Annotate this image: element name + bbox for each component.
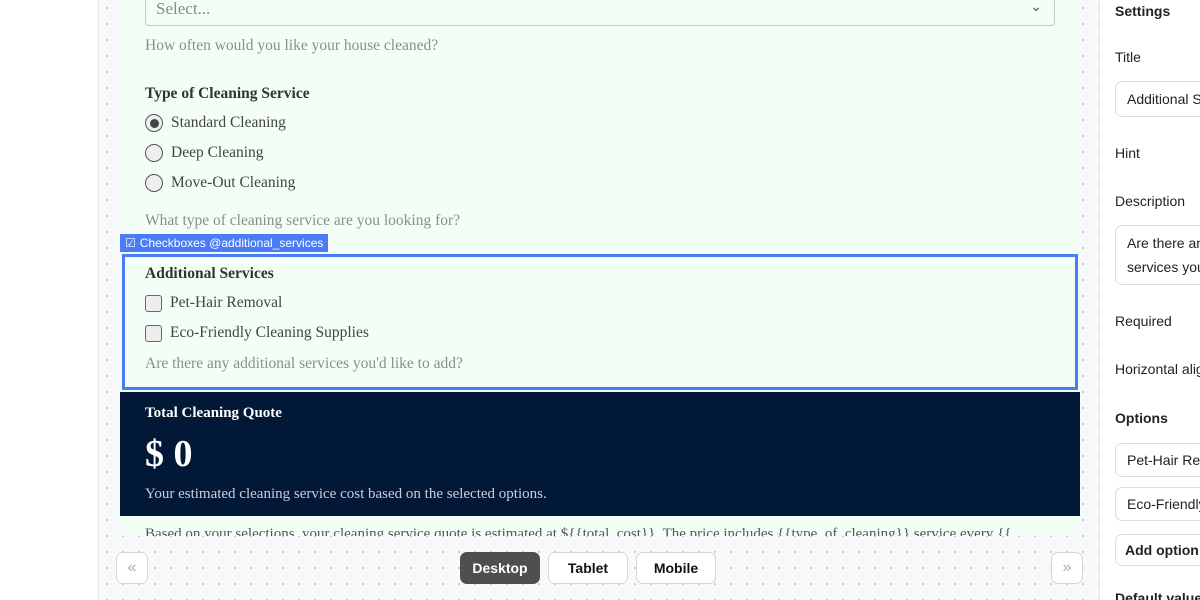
option-label: Move-Out Cleaning bbox=[171, 174, 296, 191]
next-button[interactable]: » bbox=[1051, 552, 1083, 584]
radio-icon[interactable] bbox=[145, 144, 163, 162]
form-preview: Select... ⌄ How often would you like your… bbox=[120, 0, 1080, 536]
cleaning-type-hint: What type of cleaning service are you lo… bbox=[145, 212, 461, 229]
frequency-hint: How often would you like your house clea… bbox=[145, 37, 439, 54]
chevrons-left-icon: « bbox=[127, 559, 137, 576]
checkbox-icon: ☑ bbox=[125, 236, 136, 250]
quote-description: Your estimated cleaning service cost bas… bbox=[145, 486, 547, 502]
settings-panel: Settings Title Additional Services Hint … bbox=[1101, 0, 1200, 600]
device-mobile-button[interactable]: Mobile bbox=[636, 552, 716, 584]
title-label: Title bbox=[1115, 49, 1141, 65]
radio-icon[interactable] bbox=[145, 174, 163, 192]
add-option-label: Add option bbox=[1125, 542, 1199, 558]
option-input-2[interactable]: Eco-Friendly Cleaning Supplies bbox=[1115, 487, 1200, 521]
title-value: Additional Services bbox=[1127, 91, 1200, 107]
summary-text: Based on your selections, your cleaning … bbox=[145, 526, 1012, 536]
checkbox-eco[interactable]: Eco-Friendly Cleaning Supplies bbox=[145, 324, 369, 342]
option-label: Pet-Hair Removal bbox=[170, 294, 283, 311]
option-value: Eco-Friendly Cleaning Supplies bbox=[1127, 496, 1200, 512]
horizontal-alignment-label: Horizontal alignment bbox=[1115, 361, 1200, 377]
options-label: Options bbox=[1115, 410, 1168, 426]
option-value: Pet-Hair Removal bbox=[1127, 452, 1200, 468]
checkbox-pet-hair[interactable]: Pet-Hair Removal bbox=[145, 294, 282, 312]
chevrons-right-icon: » bbox=[1062, 559, 1072, 576]
selected-block-tag[interactable]: ☑ Checkboxes @additional_services bbox=[120, 234, 329, 252]
radio-move-out[interactable]: Move-Out Cleaning bbox=[145, 174, 295, 192]
description-label: Description bbox=[1115, 193, 1186, 209]
prev-button[interactable]: « bbox=[116, 552, 148, 584]
quote-value: $ 0 bbox=[145, 433, 193, 475]
option-label: Standard Cleaning bbox=[171, 114, 286, 131]
quote-block: Total Cleaning Quote $ 0 Your estimated … bbox=[120, 392, 1080, 516]
device-desktop-button[interactable]: Desktop bbox=[460, 552, 540, 584]
cleaning-type-label: Type of Cleaning Service bbox=[145, 85, 310, 102]
title-input[interactable]: Additional Services bbox=[1115, 81, 1200, 117]
option-label: Deep Cleaning bbox=[171, 144, 264, 161]
radio-deep[interactable]: Deep Cleaning bbox=[145, 144, 264, 162]
device-tablet-button[interactable]: Tablet bbox=[548, 552, 628, 584]
select-placeholder: Select... bbox=[156, 0, 211, 18]
option-input-1[interactable]: Pet-Hair Removal bbox=[1115, 443, 1200, 477]
checkbox-icon[interactable] bbox=[145, 294, 162, 312]
frequency-select[interactable]: Select... ⌄ bbox=[145, 0, 1055, 26]
add-option-button[interactable]: Add option bbox=[1115, 534, 1200, 566]
settings-heading: Settings bbox=[1115, 3, 1171, 19]
additional-services-hint: Are there any additional services you'd … bbox=[145, 355, 463, 372]
chevron-down-icon: ⌄ bbox=[1030, 0, 1042, 15]
option-label: Eco-Friendly Cleaning Supplies bbox=[170, 324, 369, 341]
quote-title: Total Cleaning Quote bbox=[145, 405, 282, 421]
radio-icon[interactable] bbox=[145, 114, 163, 132]
radio-standard[interactable]: Standard Cleaning bbox=[145, 114, 286, 132]
block-tag-label: Checkboxes @additional_services bbox=[139, 236, 324, 250]
checkbox-icon[interactable] bbox=[145, 324, 162, 342]
description-value: Are there any additional services you'd … bbox=[1127, 235, 1200, 275]
required-label: Required bbox=[1115, 313, 1172, 329]
description-textarea[interactable]: Are there any additional services you'd … bbox=[1115, 225, 1200, 285]
additional-services-label: Additional Services bbox=[145, 265, 274, 282]
hint-label: Hint bbox=[1115, 145, 1140, 161]
default-value-label: Default value bbox=[1115, 590, 1200, 600]
